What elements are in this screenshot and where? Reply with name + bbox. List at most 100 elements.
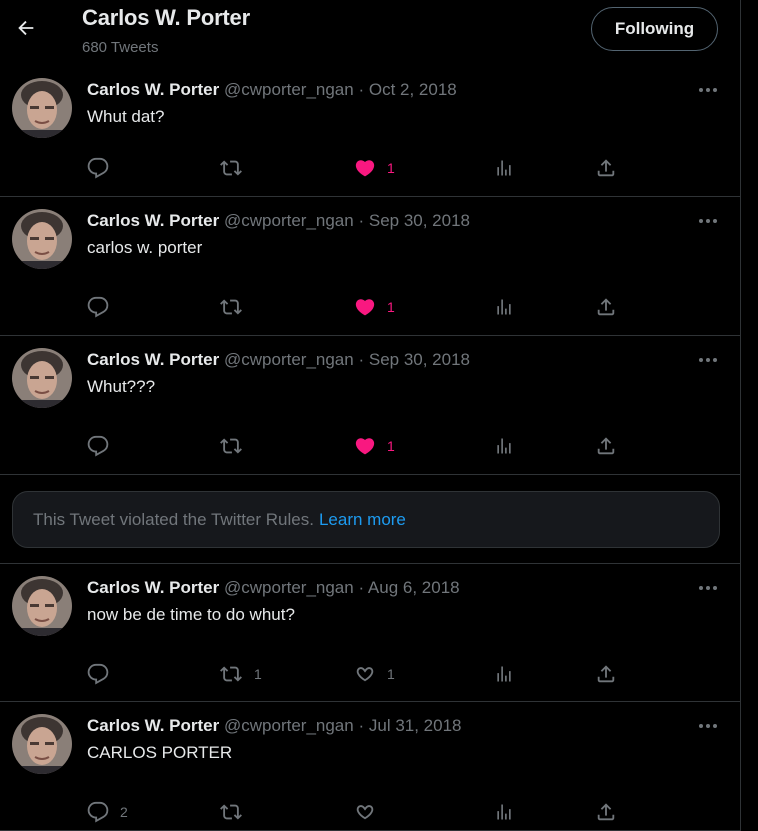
profile-title: Carlos W. Porter — [82, 5, 250, 30]
retweet-icon — [220, 438, 242, 454]
like-button[interactable] — [354, 800, 387, 824]
more-dots-icon — [699, 358, 717, 362]
reply-button[interactable] — [87, 295, 120, 319]
tweet-text: CARLOS PORTER — [87, 743, 233, 762]
share-button[interactable] — [595, 156, 617, 180]
retweet-icon — [220, 804, 242, 820]
views-icon — [497, 804, 511, 820]
views-button[interactable] — [494, 662, 514, 686]
like-button[interactable]: 1 — [354, 434, 395, 458]
author-handle[interactable]: @cwporter_ngan — [224, 578, 354, 597]
reply-icon — [87, 296, 109, 318]
profile-header: Carlos W. Porter 680 Tweets Following — [0, 0, 740, 66]
reply-button[interactable] — [87, 434, 120, 458]
tweet-text: now be de time to do whut? — [87, 605, 295, 624]
author-name[interactable]: Carlos W. Porter — [87, 350, 219, 369]
back-button[interactable] — [12, 14, 40, 42]
retweet-button[interactable] — [219, 295, 254, 319]
retweet-button[interactable] — [219, 156, 254, 180]
share-button[interactable] — [595, 295, 617, 319]
separator-dot: · — [358, 578, 365, 597]
author-handle[interactable]: @cwporter_ngan — [224, 80, 354, 99]
more-dots-icon — [699, 219, 717, 223]
tweet-date[interactable]: Jul 31, 2018 — [369, 716, 462, 735]
views-button[interactable] — [494, 800, 514, 824]
share-icon — [597, 803, 615, 821]
tweet-date[interactable]: Sep 30, 2018 — [369, 211, 470, 230]
arrow-left-icon — [18, 20, 34, 36]
views-icon — [497, 666, 511, 682]
views-button[interactable] — [494, 295, 514, 319]
tweet[interactable]: Carlos W. Porter @cwporter_ngan · Sep 30… — [0, 197, 740, 336]
avatar[interactable] — [12, 348, 72, 408]
separator-dot: · — [358, 716, 365, 735]
views-button[interactable] — [494, 156, 514, 180]
like-count: 1 — [387, 299, 395, 315]
separator-dot: · — [358, 211, 365, 230]
learn-more-link[interactable]: Learn more — [319, 510, 406, 530]
tweet-date[interactable]: Sep 30, 2018 — [369, 350, 470, 369]
views-icon — [497, 160, 511, 176]
avatar[interactable] — [12, 209, 72, 269]
avatar[interactable] — [12, 714, 72, 774]
more-button[interactable] — [696, 213, 720, 229]
share-button[interactable] — [595, 662, 617, 686]
like-button[interactable]: 1 — [354, 295, 395, 319]
tweet[interactable]: Carlos W. Porter @cwporter_ngan · Aug 6,… — [0, 564, 740, 702]
author-name[interactable]: Carlos W. Porter — [87, 80, 219, 99]
tweet[interactable]: Carlos W. Porter @cwporter_ngan · Oct 2,… — [0, 66, 740, 197]
share-icon — [597, 665, 615, 683]
heart-icon — [355, 160, 375, 177]
avatar[interactable] — [12, 576, 72, 636]
heart-icon — [356, 667, 374, 682]
tweet-text: Whut??? — [87, 377, 156, 396]
retweet-button[interactable] — [219, 434, 254, 458]
retweet-button[interactable]: 1 — [219, 662, 262, 686]
author-name[interactable]: Carlos W. Porter — [87, 578, 219, 597]
tweet-text: carlos w. porter — [87, 238, 203, 257]
more-button[interactable] — [696, 718, 720, 734]
share-icon — [597, 298, 615, 316]
retweet-button[interactable] — [219, 800, 254, 824]
share-icon — [597, 159, 615, 177]
share-button[interactable] — [595, 800, 617, 824]
tweet-actions: 1 — [0, 295, 740, 319]
heart-icon — [355, 299, 375, 316]
like-count: 1 — [387, 666, 395, 682]
reply-icon — [87, 435, 109, 457]
tweet[interactable]: Carlos W. Porter @cwporter_ngan · Jul 31… — [0, 702, 740, 831]
retweet-icon — [220, 666, 242, 682]
reply-button[interactable] — [87, 156, 120, 180]
more-button[interactable] — [696, 580, 720, 596]
tweet-actions: 2 — [0, 800, 740, 824]
author-name[interactable]: Carlos W. Porter — [87, 211, 219, 230]
like-button[interactable]: 1 — [354, 662, 395, 686]
share-button[interactable] — [595, 434, 617, 458]
tweet-actions: 1 — [0, 156, 740, 180]
tweet[interactable]: Carlos W. Porter @cwporter_ngan · Sep 30… — [0, 336, 740, 475]
following-button[interactable]: Following — [591, 7, 718, 51]
separator-dot: · — [358, 350, 365, 369]
heart-icon — [356, 805, 374, 820]
tweet-header: Carlos W. Porter @cwporter_ngan · Sep 30… — [87, 350, 470, 370]
more-button[interactable] — [696, 82, 720, 98]
heart-icon — [355, 438, 375, 455]
more-button[interactable] — [696, 352, 720, 368]
reply-button[interactable]: 2 — [87, 800, 128, 824]
avatar[interactable] — [12, 78, 72, 138]
views-icon — [497, 299, 511, 315]
author-handle[interactable]: @cwporter_ngan — [224, 716, 354, 735]
like-button[interactable]: 1 — [354, 156, 395, 180]
tweet-header: Carlos W. Porter @cwporter_ngan · Aug 6,… — [87, 578, 460, 598]
reply-button[interactable] — [87, 662, 120, 686]
retweet-icon — [220, 160, 242, 176]
tweet-date[interactable]: Oct 2, 2018 — [369, 80, 457, 99]
like-count: 1 — [387, 160, 395, 176]
more-dots-icon — [699, 724, 717, 728]
retweet-count: 1 — [254, 666, 262, 682]
tweet-date[interactable]: Aug 6, 2018 — [368, 578, 460, 597]
author-name[interactable]: Carlos W. Porter — [87, 716, 219, 735]
author-handle[interactable]: @cwporter_ngan — [224, 350, 354, 369]
author-handle[interactable]: @cwporter_ngan — [224, 211, 354, 230]
views-button[interactable] — [494, 434, 514, 458]
